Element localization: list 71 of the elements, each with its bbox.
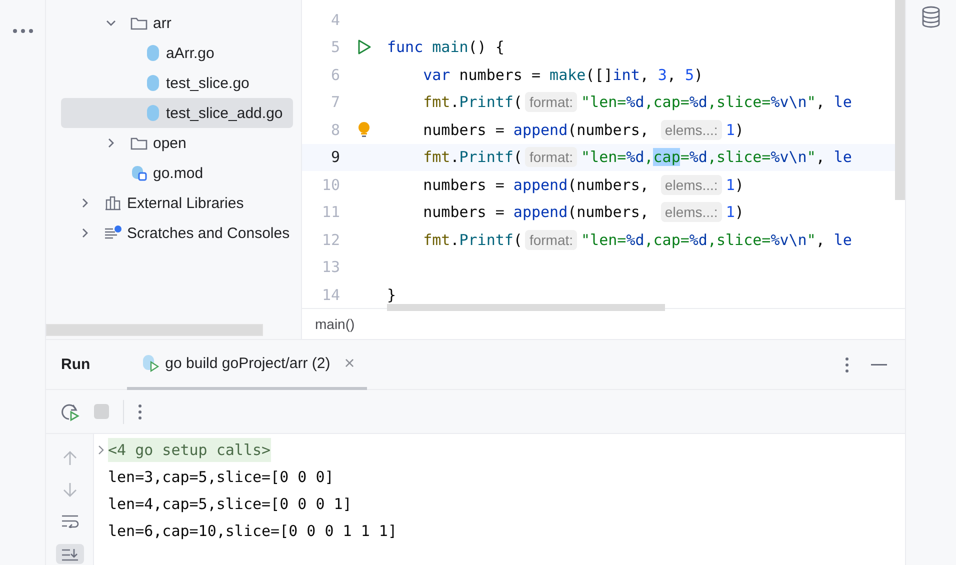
line-number: 13 <box>320 258 340 276</box>
run-tab[interactable]: go build goProject/arr (2) × <box>127 340 367 390</box>
code-text: fmt.Printf( <box>423 230 522 249</box>
scrollbar[interactable] <box>387 304 665 311</box>
scrollbar[interactable] <box>46 324 263 336</box>
minimize-icon[interactable] <box>871 364 887 366</box>
folder-icon <box>130 135 148 151</box>
soft-wrap-icon[interactable] <box>60 514 78 528</box>
line-number: 7 <box>330 93 340 112</box>
tree-item[interactable]: Scratches and Consoles <box>61 218 293 248</box>
code-text: var numbers = make([]int, 3, 5) <box>423 66 704 84</box>
go-file-icon <box>145 104 161 122</box>
run-icon[interactable] <box>356 39 372 56</box>
scrollbar[interactable] <box>895 0 905 200</box>
parameter-hint: elems...: <box>660 174 722 195</box>
code-text: 1) <box>726 203 744 222</box>
tree-item[interactable]: go.mod <box>61 158 293 188</box>
console-output: len=4,cap=5,slice=[0 0 0 1] <box>107 494 352 512</box>
folded-output[interactable]: <4 go setup calls> <box>108 438 271 462</box>
parameter-hint: elems...: <box>660 202 722 222</box>
code-text: func main() { <box>387 38 504 56</box>
tree-item[interactable]: open <box>61 128 293 158</box>
code-text: 1) <box>726 120 744 139</box>
parameter-hint: format: <box>525 230 578 250</box>
go-file-icon <box>145 74 161 92</box>
tree-item[interactable]: aArr.go <box>61 38 293 68</box>
line-number: 9 <box>330 148 340 166</box>
parameter-hint: format: <box>525 147 578 168</box>
tree-item[interactable]: arr <box>61 8 293 38</box>
code-text: "len=%d,cap=%d,slice=%v\n", le <box>581 230 852 249</box>
line-number: 6 <box>330 66 340 84</box>
console-output: len=6,cap=10,slice=[0 0 0 1 1 1] <box>107 522 397 540</box>
code-text: } <box>387 286 396 304</box>
tree-item[interactable]: External Libraries <box>61 188 293 218</box>
line-number: 5 <box>330 38 340 56</box>
parameter-hint: format: <box>525 92 578 112</box>
line-number: 11 <box>320 203 340 222</box>
code-text: "len=%d,cap=%d,slice=%v\n", le <box>581 93 852 112</box>
code-text: fmt.Printf( <box>423 148 522 166</box>
line-number: 8 <box>330 120 340 139</box>
breadcrumb[interactable]: main() <box>315 316 355 332</box>
tree-item[interactable]: test_slice.go <box>61 68 293 98</box>
library-icon <box>104 195 122 211</box>
line-number: 4 <box>330 10 340 29</box>
options-icon[interactable] <box>138 404 142 420</box>
lightbulb-icon[interactable] <box>356 120 370 139</box>
more-icon[interactable] <box>12 28 34 34</box>
parameter-hint: elems...: <box>660 120 722 140</box>
go-file-icon <box>145 44 161 62</box>
scratches-icon <box>104 225 122 241</box>
code-text: 1) <box>726 176 744 194</box>
code-text: numbers = append(numbers, <box>423 176 650 194</box>
line-number: 10 <box>320 176 340 194</box>
database-icon[interactable] <box>921 6 941 28</box>
panel-title: Run <box>61 356 90 373</box>
line-number: 12 <box>320 230 340 249</box>
folder-icon <box>130 15 148 31</box>
rerun-icon[interactable] <box>60 402 80 422</box>
scroll-to-end-button[interactable] <box>56 544 84 564</box>
tree-item[interactable]: test_slice_add.go <box>61 98 293 128</box>
scroll-to-end-icon <box>60 548 78 562</box>
code-text: "len=%d,cap=%d,slice=%v\n", le <box>581 148 852 166</box>
code-text: numbers = append(numbers, <box>423 120 650 139</box>
console-output: len=3,cap=5,slice=[0 0 0] <box>107 468 334 486</box>
go-module-icon <box>130 164 148 182</box>
line-number: 14 <box>320 286 340 304</box>
code-text: fmt.Printf( <box>423 93 522 112</box>
code-text: numbers = append(numbers, <box>423 203 650 222</box>
expand-icon[interactable] <box>97 444 105 454</box>
run-config-icon <box>141 354 162 372</box>
options-icon[interactable] <box>845 356 849 372</box>
